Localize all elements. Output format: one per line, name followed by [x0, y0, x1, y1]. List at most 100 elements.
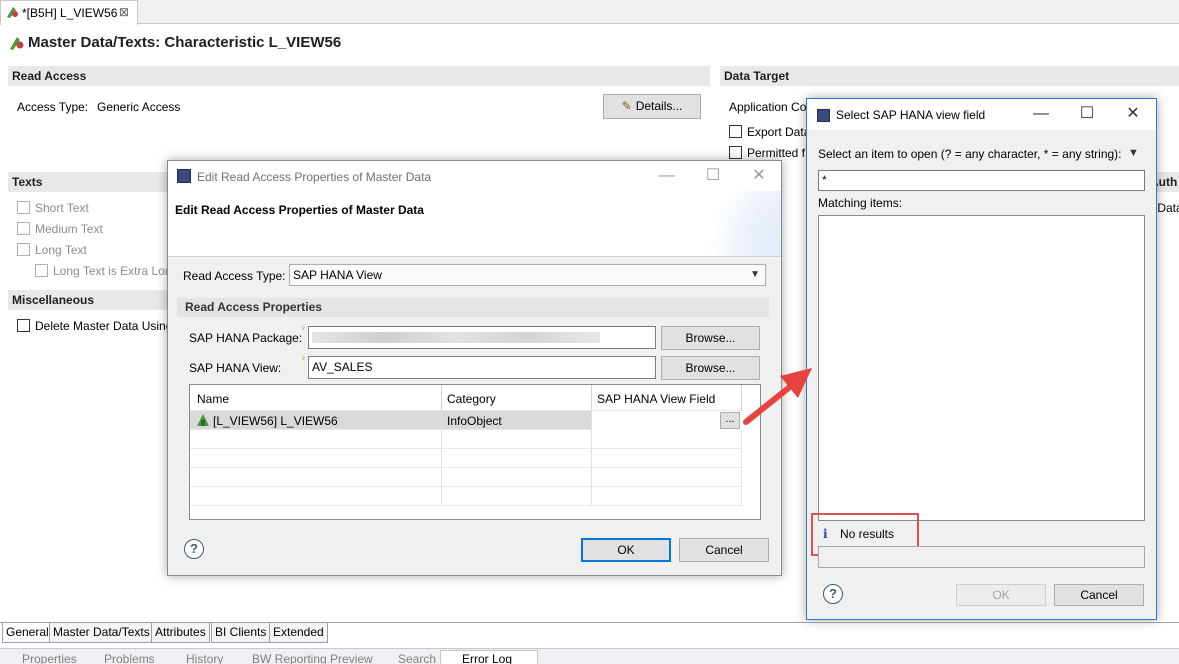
medium-text-checkbox[interactable] [17, 222, 30, 235]
view-tab-strip [0, 648, 1179, 664]
grid-line [592, 487, 742, 506]
cancel-button[interactable]: Cancel [1054, 584, 1144, 606]
read-access-type-select[interactable]: SAP HANA View ▼ [289, 264, 766, 286]
dialog-app-icon [177, 169, 191, 183]
close-icon[interactable]: ⊠ [119, 5, 129, 19]
mapping-table: Name Category SAP HANA View Field [L_VIE… [189, 384, 761, 520]
package-label: SAP HANA Package: [189, 331, 303, 345]
long-text-checkbox[interactable] [17, 243, 30, 256]
read-access-header: Read Access [8, 66, 710, 86]
short-text-checkbox[interactable] [17, 201, 30, 214]
application-label: Application Co [729, 100, 807, 114]
details-area [818, 546, 1145, 568]
help-icon[interactable]: ? [823, 584, 843, 604]
grid-line [442, 468, 592, 487]
texts-header: Texts [8, 172, 168, 192]
delete-label-clip: Delete Master Data Using [35, 319, 167, 335]
banner-decoration [708, 191, 781, 256]
grid-line [190, 449, 442, 468]
close-icon[interactable]: ✕ [736, 161, 782, 191]
grid-line [442, 411, 592, 430]
grid-line [442, 487, 592, 506]
col-header-field-label: SAP HANA View Field [597, 392, 716, 406]
editor-tab-strip [0, 0, 1179, 24]
tab-history[interactable]: History [186, 652, 223, 664]
permitted-label: Permitted f [747, 146, 806, 160]
tab-problems[interactable]: Problems [104, 652, 155, 664]
characteristic-icon [5, 5, 19, 19]
col-header-name-label: Name [197, 392, 230, 406]
read-access-type-value: SAP HANA View [293, 268, 382, 282]
export-data-label: Export Data [747, 125, 811, 139]
grid-line [190, 430, 442, 449]
select-view-field-dialog: Select SAP HANA view field — ☐ ✕ Select … [806, 98, 1157, 620]
tab-bi-clients[interactable]: BI Clients [211, 623, 271, 643]
grid-line [592, 468, 742, 487]
long-text-label: Long Text [35, 243, 87, 257]
col-header-category-label: Category [447, 392, 496, 406]
edit-read-access-dialog: Edit Read Access Properties of Master Da… [167, 160, 782, 576]
tab-search[interactable]: Search [398, 652, 436, 664]
page-title: Master Data/Texts: Characteristic L_VIEW… [28, 34, 342, 51]
redacted-blur [312, 332, 600, 343]
grid-line [442, 430, 592, 449]
grid-line [442, 449, 592, 468]
long-text-extra-label: Long Text is Extra Long [53, 264, 167, 278]
tab-bw-reporting-preview[interactable]: BW Reporting Preview [252, 652, 373, 664]
dialog-banner-title: Edit Read Access Properties of Master Da… [175, 203, 424, 217]
field-picker-button[interactable]: ... [720, 412, 740, 429]
dialog-banner [168, 191, 781, 257]
select-dialog-window-title: Select SAP HANA view field [836, 108, 986, 122]
dialog-window-title: Edit Read Access Properties of Master Da… [197, 170, 432, 184]
grid-line [592, 430, 742, 449]
tab-master-data-texts[interactable]: Master Data/Texts [49, 623, 154, 643]
ok-button[interactable]: OK [581, 538, 671, 562]
minimize-icon[interactable]: — [644, 161, 690, 191]
editor-tab[interactable]: *[B5H] L_VIEW56 ⊠ [0, 0, 138, 25]
misc-header: Miscellaneous [8, 290, 168, 310]
dialog-app-icon [817, 109, 830, 122]
ok-button[interactable]: OK [956, 584, 1046, 606]
pencil-icon: ✎ [621, 99, 632, 113]
grid-line [190, 468, 442, 487]
page-title-icon [8, 35, 24, 51]
grid-line [592, 449, 742, 468]
tab-extended[interactable]: Extended [269, 623, 328, 643]
tab-attributes[interactable]: Attributes [151, 623, 210, 643]
permitted-checkbox[interactable] [729, 146, 742, 159]
details-button-label: Details... [635, 99, 683, 113]
red-arrow-annotation [743, 368, 812, 425]
delete-master-data-label: Delete Master Data Using [35, 319, 167, 333]
required-marker-icon: ♀ [300, 323, 307, 333]
matching-items-label: Matching items: [818, 196, 903, 210]
package-input[interactable] [308, 326, 656, 349]
delete-master-data-checkbox[interactable] [17, 319, 30, 332]
required-marker-icon: ♀ [300, 353, 307, 363]
short-text-label: Short Text [35, 201, 89, 215]
read-access-properties-title: Read Access Properties [185, 300, 322, 314]
view-label: SAP HANA View: [189, 361, 282, 375]
browse-package-button[interactable]: Browse... [661, 326, 760, 350]
matching-items-list[interactable] [818, 215, 1145, 521]
maximize-icon[interactable]: ☐ [1064, 99, 1110, 129]
minimize-icon[interactable]: — [1018, 99, 1064, 129]
help-icon[interactable]: ? [184, 539, 204, 559]
read-access-type-label: Read Access Type: [183, 269, 286, 283]
grid-line [190, 411, 442, 430]
view-input[interactable]: AV_SALES [308, 356, 656, 379]
filter-input[interactable]: * [818, 170, 1145, 191]
maximize-icon[interactable]: ☐ [690, 161, 736, 191]
no-results-status: No results [840, 527, 895, 541]
export-data-checkbox[interactable] [729, 125, 742, 138]
menu-dropdown-icon[interactable]: ▼ [1128, 147, 1139, 159]
details-button[interactable]: ✎ Details... [603, 94, 701, 119]
cancel-button[interactable]: Cancel [679, 538, 769, 562]
close-icon[interactable]: ✕ [1110, 99, 1156, 129]
tab-general[interactable]: General [2, 623, 53, 643]
chevron-down-icon: ▼ [750, 269, 760, 280]
editor-tab-title: *[B5H] L_VIEW56 [22, 6, 118, 20]
tab-properties[interactable]: Properties [22, 652, 77, 664]
tab-error-log[interactable]: Error Log [462, 652, 512, 664]
filter-prompt: Select an item to open (? = any characte… [818, 147, 1122, 161]
long-text-extra-checkbox[interactable] [35, 264, 48, 277]
